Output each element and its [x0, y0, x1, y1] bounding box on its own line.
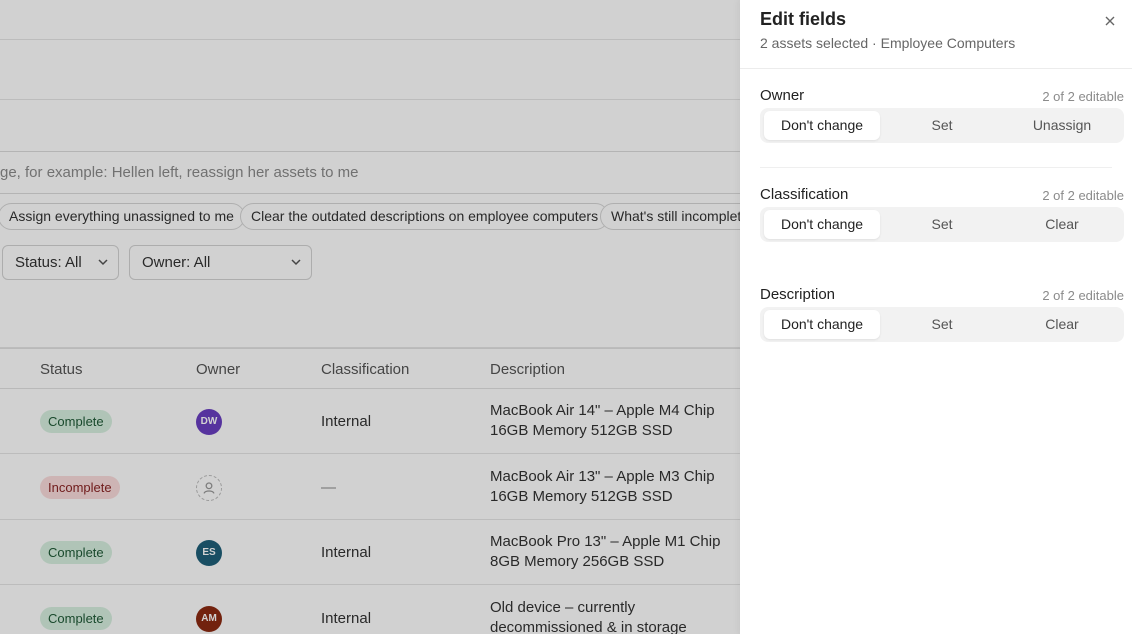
field-label-classification: Classification [760, 186, 849, 203]
owner-option-dont-change[interactable]: Don't change [764, 111, 880, 140]
modal-backdrop[interactable] [0, 0, 740, 634]
owner-section: Owner 2 of 2 editable Don't change Set U… [760, 87, 1124, 147]
editable-count: 2 of 2 editable [1042, 288, 1124, 303]
panel-title: Edit fields [760, 9, 847, 29]
field-label-description: Description [760, 286, 836, 303]
divider [740, 68, 1132, 69]
description-option-dont-change[interactable]: Don't change [764, 310, 880, 339]
editable-count: 2 of 2 editable [1042, 89, 1124, 104]
description-option-set[interactable]: Set [884, 310, 1000, 339]
description-section: Description 2 of 2 editable Don't change… [760, 286, 1124, 346]
classification-section: Classification 2 of 2 editable Don't cha… [760, 186, 1124, 246]
description-option-clear[interactable]: Clear [1004, 310, 1120, 339]
classification-segmented-control: Don't change Set Clear [760, 207, 1124, 242]
field-label-owner: Owner [760, 87, 805, 104]
owner-segmented-control: Don't change Set Unassign [760, 108, 1124, 143]
owner-option-set[interactable]: Set [884, 111, 1000, 140]
edit-fields-panel: Edit fields 2 assets selected · Employee… [740, 0, 1132, 634]
classification-option-dont-change[interactable]: Don't change [764, 210, 880, 239]
owner-option-unassign[interactable]: Unassign [1004, 111, 1120, 140]
description-segmented-control: Don't change Set Clear [760, 307, 1124, 342]
classification-option-clear[interactable]: Clear [1004, 210, 1120, 239]
divider [760, 167, 1112, 168]
close-icon[interactable] [1102, 13, 1118, 29]
panel-subtitle: 2 assets selected · Employee Computers [760, 35, 1016, 51]
classification-option-set[interactable]: Set [884, 210, 1000, 239]
editable-count: 2 of 2 editable [1042, 188, 1124, 203]
